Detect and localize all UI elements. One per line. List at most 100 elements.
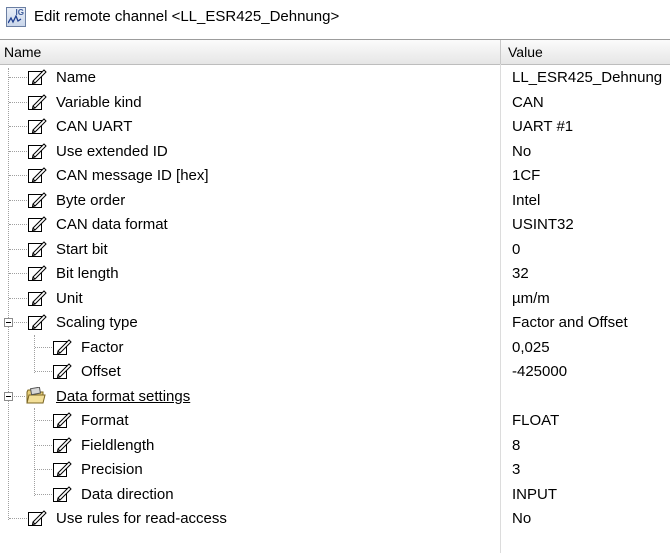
property-value[interactable]: -425000 [512, 363, 567, 380]
property-row-fieldlength[interactable]: Fieldlength 8 [0, 433, 670, 457]
property-row-scaling-type[interactable]: Scaling type Factor and Offset [0, 310, 670, 334]
edit-icon [28, 167, 47, 183]
property-row-unit[interactable]: Unit µm/m [0, 286, 670, 310]
edit-icon [28, 265, 47, 281]
property-label: Data direction [81, 485, 174, 503]
tree-branch-line [9, 77, 27, 78]
folder-icon [26, 386, 46, 403]
tree-branch-line [9, 175, 27, 176]
edit-icon [53, 412, 72, 428]
property-row-use-extended-id[interactable]: Use extended ID No [0, 139, 670, 163]
property-label: Use rules for read-access [56, 510, 227, 527]
property-label: CAN data format [56, 216, 168, 233]
collapse-toggle[interactable] [4, 391, 13, 401]
group-label: Data format settings [56, 387, 191, 405]
property-value[interactable]: UART #1 [512, 118, 573, 135]
property-value[interactable]: 0,025 [512, 339, 550, 356]
tree-branch-line [9, 224, 27, 225]
tree-branch-line [9, 101, 27, 103]
tree-branch-line [14, 395, 25, 397]
column-separator[interactable] [500, 40, 501, 64]
property-value[interactable]: LL_ESR425_Dehnung [512, 69, 662, 86]
property-row-can-data-format[interactable]: CAN data format USINT32 [0, 212, 670, 236]
edit-icon [28, 142, 47, 159]
edit-icon [28, 289, 47, 306]
property-label: Name [56, 69, 97, 86]
property-label: Offset [81, 363, 121, 380]
property-row-byte-order[interactable]: Byte order Intel [0, 188, 670, 212]
tree-branch-line [9, 273, 27, 274]
title-bar: IG Edit remote channel <LL_ESR425_Dehnun… [0, 0, 670, 36]
property-row-factor[interactable]: Factor 0,025 [0, 335, 670, 359]
tree-branch-line [9, 199, 27, 201]
edit-icon [53, 461, 72, 477]
property-row-name[interactable]: Name LL_ESR425_Dehnung [0, 65, 670, 89]
tree-branch-line [35, 371, 52, 372]
property-row-format[interactable]: Format FLOAT [0, 408, 670, 432]
property-label: CAN message ID [hex] [56, 167, 209, 184]
property-row-can-uart[interactable]: CAN UART UART #1 [0, 114, 670, 138]
app-icon: IG [6, 7, 26, 27]
edit-icon [53, 363, 72, 379]
property-label: Byte order [56, 191, 126, 209]
property-label: Bit length [56, 265, 119, 282]
tree-branch-line [14, 322, 27, 323]
tree-branch-line [9, 248, 27, 250]
tree-branch-line [9, 150, 27, 152]
property-value[interactable]: 1CF [512, 167, 540, 184]
name-column-header[interactable]: Name [4, 44, 41, 60]
property-value[interactable]: Factor and Offset [512, 314, 628, 331]
window-title: Edit remote channel <LL_ESR425_Dehnung> [34, 8, 340, 25]
property-row-bit-length[interactable]: Bit length 32 [0, 261, 670, 285]
property-label: Scaling type [56, 314, 138, 331]
property-value[interactable]: USINT32 [512, 216, 574, 233]
property-label: Fieldlength [81, 436, 155, 454]
property-row-data-direction[interactable]: Data direction INPUT [0, 482, 670, 506]
property-value[interactable]: INPUT [512, 486, 557, 503]
property-row-offset[interactable]: Offset -425000 [0, 359, 670, 383]
edit-icon [53, 436, 72, 453]
property-row-data-format-settings[interactable]: Data format settings [0, 384, 670, 408]
property-value[interactable]: 8 [512, 437, 520, 454]
property-value[interactable]: µm/m [512, 290, 550, 307]
property-label: Factor [81, 338, 124, 356]
property-label: Unit [56, 289, 83, 307]
tree-branch-line [35, 444, 52, 446]
property-value[interactable]: FLOAT [512, 412, 559, 429]
property-value[interactable]: CAN [512, 94, 544, 111]
property-label: CAN UART [56, 118, 133, 135]
edit-icon [28, 191, 47, 208]
property-value[interactable]: 0 [512, 241, 520, 258]
tree-branch-line [9, 518, 27, 519]
property-label: Precision [81, 461, 143, 478]
edit-icon [53, 485, 72, 502]
collapse-toggle[interactable] [4, 318, 13, 327]
property-label: Variable kind [56, 93, 142, 111]
property-row-start-bit[interactable]: Start bit 0 [0, 237, 670, 261]
edit-icon [28, 240, 47, 257]
property-row-use-rules-for-read-access[interactable]: Use rules for read-access No [0, 506, 670, 530]
property-row-can-message-id[interactable]: CAN message ID [hex] 1CF [0, 163, 670, 187]
property-value[interactable]: No [512, 510, 531, 527]
edit-icon [28, 69, 47, 85]
tree-branch-line [35, 420, 52, 421]
property-value[interactable]: Intel [512, 192, 540, 209]
property-value[interactable]: No [512, 143, 531, 160]
tree-branch-line [9, 297, 27, 299]
edit-icon [28, 216, 47, 232]
property-label: Use extended ID [56, 142, 168, 160]
tree-branch-line [35, 493, 52, 495]
property-row-precision[interactable]: Precision 3 [0, 457, 670, 481]
tree-branch-line [9, 126, 27, 127]
value-column-header[interactable]: Value [508, 44, 543, 60]
tree-branch-line [35, 469, 52, 470]
property-row-variable-kind[interactable]: Variable kind CAN [0, 90, 670, 114]
edit-icon [28, 118, 47, 134]
tree-branch-line [35, 346, 52, 348]
edit-icon [28, 510, 47, 526]
property-value[interactable]: 32 [512, 265, 529, 282]
edit-icon [28, 93, 47, 110]
property-label: Format [81, 412, 129, 429]
edit-icon [28, 314, 47, 330]
property-value[interactable]: 3 [512, 461, 520, 478]
